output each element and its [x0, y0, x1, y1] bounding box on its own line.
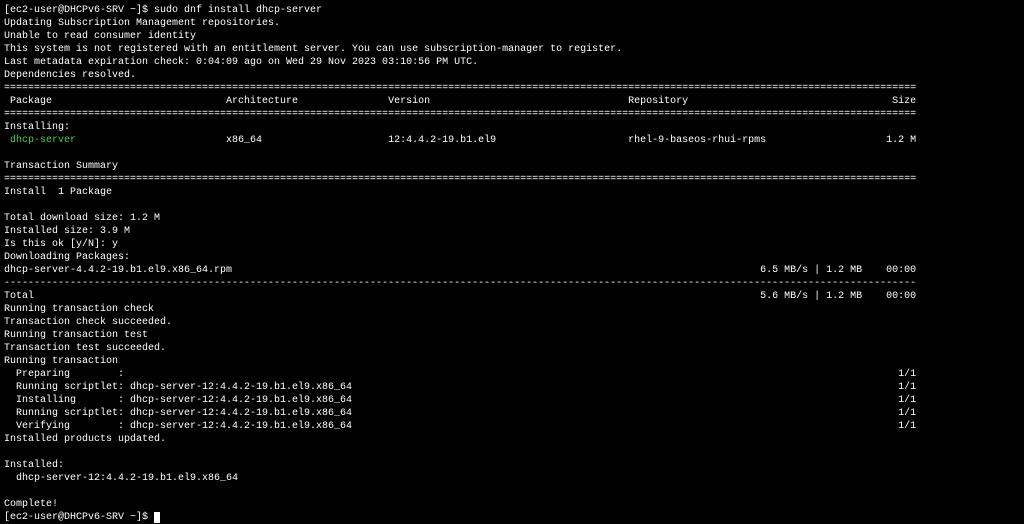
step-row: Running scriptlet: dhcp-server-12:4.4.2-… [4, 407, 1020, 420]
output-line: Updating Subscription Management reposit… [4, 17, 1020, 30]
output-line: Downloading Packages: [4, 251, 1020, 264]
package-row: dhcp-server x86_64 12:4.4.2-19.b1.el9 rh… [4, 134, 1020, 147]
shell-prompt: [ec2-user@DHCPv6-SRV ~]$ [4, 512, 154, 523]
total-row: Total 5.6 MB/s | 1.2 MB 00:00 [4, 290, 1020, 303]
confirm-prompt: Is this ok [y/N]: y [4, 238, 1020, 251]
step-row: Running scriptlet: dhcp-server-12:4.4.2-… [4, 381, 1020, 394]
output-line: This system is not registered with an en… [4, 43, 1020, 56]
output-line: Complete! [4, 498, 1020, 511]
dash-line: ----------------------------------------… [4, 277, 1020, 290]
divider-line: ========================================… [4, 108, 1020, 121]
section-label: Installed: [4, 459, 1020, 472]
output-line: dhcp-server-12:4.4.2-19.b1.el9.x86_64 [4, 472, 1020, 485]
blank [4, 485, 1020, 498]
terminal-output[interactable]: [ec2-user@DHCPv6-SRV ~]$ sudo dnf instal… [4, 4, 1020, 524]
blank [4, 446, 1020, 459]
section-label: Transaction Summary [4, 160, 1020, 173]
command-text: sudo dnf install dhcp-server [154, 5, 322, 16]
section-label: Installing: [4, 121, 1020, 134]
divider-line: ========================================… [4, 173, 1020, 186]
output-line: Total download size: 1.2 M [4, 212, 1020, 225]
output-line: Transaction check succeeded. [4, 316, 1020, 329]
step-row: Verifying : dhcp-server-12:4.4.2-19.b1.e… [4, 420, 1020, 433]
output-line: Running transaction check [4, 303, 1020, 316]
divider-line: ========================================… [4, 82, 1020, 95]
output-line: Installed products updated. [4, 433, 1020, 446]
shell-prompt: [ec2-user@DHCPv6-SRV ~]$ [4, 5, 154, 16]
output-line: Dependencies resolved. [4, 69, 1020, 82]
output-line: Running transaction test [4, 329, 1020, 342]
output-line: Transaction test succeeded. [4, 342, 1020, 355]
download-row: dhcp-server-4.4.2-19.b1.el9.x86_64.rpm 6… [4, 264, 1020, 277]
blank [4, 147, 1020, 160]
output-line: Running transaction [4, 355, 1020, 368]
cursor-icon [154, 512, 160, 523]
output-line: Install 1 Package [4, 186, 1020, 199]
output-line: Installed size: 3.9 M [4, 225, 1020, 238]
blank [4, 199, 1020, 212]
step-row: Preparing : 1/1 [4, 368, 1020, 381]
table-header: Package Architecture Version Repository … [4, 95, 1020, 108]
output-line: Unable to read consumer identity [4, 30, 1020, 43]
output-line: Last metadata expiration check: 0:04:09 … [4, 56, 1020, 69]
step-row: Installing : dhcp-server-12:4.4.2-19.b1.… [4, 394, 1020, 407]
